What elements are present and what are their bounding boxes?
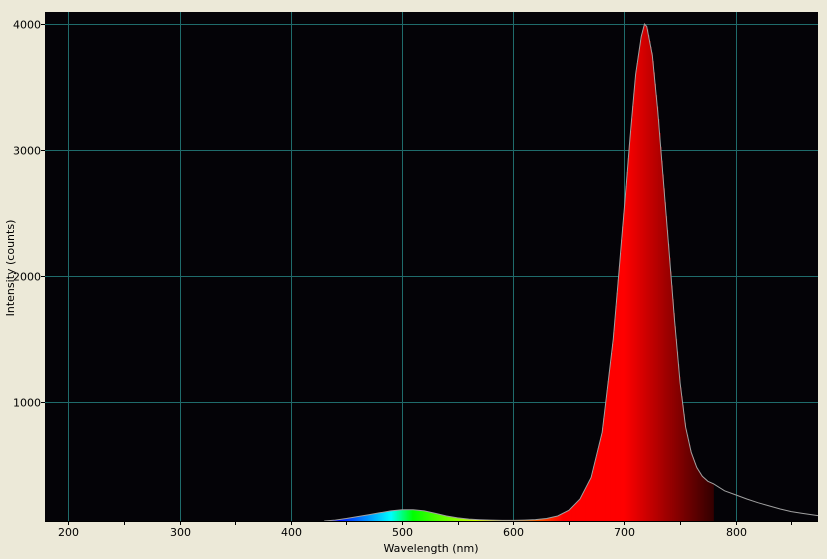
x-tick-label: 500 bbox=[392, 526, 413, 539]
plot-area bbox=[45, 12, 818, 521]
y-tick-label: 2000 bbox=[13, 271, 41, 284]
y-axis-label: Intensity (counts) bbox=[4, 220, 17, 317]
y-axis-ticks: 1000 2000 3000 4000 bbox=[13, 19, 45, 410]
x-tick-label: 400 bbox=[281, 526, 302, 539]
x-tick-label: 600 bbox=[503, 526, 524, 539]
y-tick-label: 3000 bbox=[13, 145, 41, 158]
x-axis-label: Wavelength (nm) bbox=[383, 542, 478, 555]
x-tick-label: 300 bbox=[170, 526, 191, 539]
y-tick-label: 4000 bbox=[13, 19, 41, 32]
x-axis-ticks: 200 300 400 500 600 700 800 bbox=[58, 521, 792, 539]
x-tick-label: 200 bbox=[58, 526, 79, 539]
spectrum-chart: 200 300 400 500 600 700 800 1000 2000 3000 4000 W… bbox=[4, 12, 819, 555]
spectrum-bar bbox=[712, 483, 714, 521]
x-tick-label: 700 bbox=[614, 526, 635, 539]
x-tick-label: 800 bbox=[726, 526, 747, 539]
y-tick-label: 1000 bbox=[13, 397, 41, 410]
